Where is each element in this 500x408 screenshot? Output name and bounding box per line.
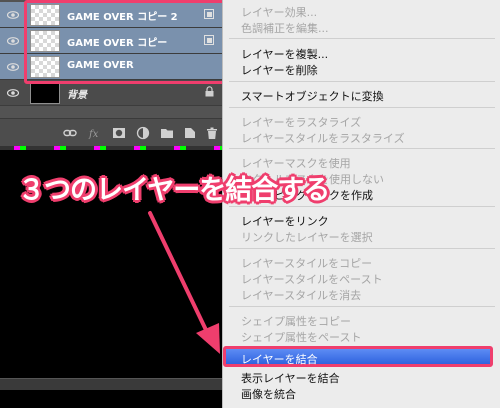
menu-item-edit-adjustment[interactable]: 色調補正を編集... bbox=[241, 20, 329, 36]
menu-item-select-linked[interactable]: リンクしたレイヤーを選択 bbox=[241, 229, 373, 245]
trash-icon[interactable] bbox=[205, 126, 219, 140]
layer-name[interactable]: 背景 bbox=[67, 86, 87, 101]
add-mask-icon[interactable] bbox=[112, 126, 126, 140]
menu-item-layer-effects[interactable]: レイヤー効果... bbox=[241, 4, 317, 20]
layers-panel: GAME OVER コピー 2 GAME OVER コピー GAME OVER … bbox=[0, 0, 232, 146]
visibility-eye-icon[interactable] bbox=[7, 9, 19, 21]
link-icon[interactable] bbox=[63, 126, 77, 140]
adjustment-layer-icon[interactable] bbox=[136, 126, 150, 140]
menu-separator bbox=[229, 248, 495, 249]
menu-item-flatten-image[interactable]: 画像を統合 bbox=[241, 386, 296, 402]
lock-icon bbox=[205, 86, 214, 97]
menu-item-merge-visible[interactable]: 表示レイヤーを結合 bbox=[241, 370, 340, 386]
menu-item-copy-layer-style[interactable]: レイヤースタイルをコピー bbox=[241, 255, 372, 271]
menu-separator bbox=[229, 306, 495, 307]
menu-item-rasterize-layer[interactable]: レイヤーをラスタライズ bbox=[241, 114, 361, 130]
fx-icon[interactable]: fx bbox=[88, 126, 102, 140]
annotation-callout: ３つのレイヤーを結合する bbox=[18, 175, 330, 206]
visibility-eye-icon[interactable] bbox=[7, 61, 19, 73]
menu-item-convert-smart-object[interactable]: スマートオブジェクトに変換 bbox=[241, 88, 384, 104]
menu-item-paste-layer-style[interactable]: レイヤースタイルをペースト bbox=[241, 271, 383, 287]
menu-separator bbox=[229, 148, 495, 149]
menu-separator bbox=[229, 38, 495, 39]
selected-layers-highlight bbox=[24, 0, 229, 84]
visibility-eye-icon[interactable] bbox=[7, 87, 19, 99]
menu-item-rasterize-layer-style[interactable]: レイヤースタイルをラスタライズ bbox=[241, 130, 405, 146]
layer-thumbnail bbox=[30, 82, 60, 104]
layers-toolbar: fx bbox=[0, 118, 232, 146]
menu-separator bbox=[229, 81, 495, 82]
menu-separator bbox=[229, 107, 495, 108]
status-bar bbox=[0, 378, 222, 390]
menu-item-delete-layer[interactable]: レイヤーを削除 bbox=[241, 62, 318, 78]
menu-item-duplicate-layer[interactable]: レイヤーを複製... bbox=[241, 46, 328, 62]
menu-item-merge-layers[interactable]: レイヤーを結合 bbox=[241, 351, 318, 367]
folder-icon[interactable] bbox=[160, 126, 174, 140]
svg-text:fx: fx bbox=[88, 129, 99, 140]
new-layer-icon[interactable] bbox=[183, 126, 197, 140]
canvas-edge-strip bbox=[0, 146, 232, 150]
menu-item-paste-shape-attributes[interactable]: シェイプ属性をペースト bbox=[241, 329, 361, 345]
menu-item-link-layers[interactable]: レイヤーをリンク bbox=[241, 213, 329, 229]
menu-item-clear-layer-style[interactable]: レイヤースタイルを消去 bbox=[241, 287, 361, 303]
visibility-eye-icon[interactable] bbox=[7, 35, 19, 47]
menu-item-copy-shape-attributes[interactable]: シェイプ属性をコピー bbox=[241, 313, 351, 329]
